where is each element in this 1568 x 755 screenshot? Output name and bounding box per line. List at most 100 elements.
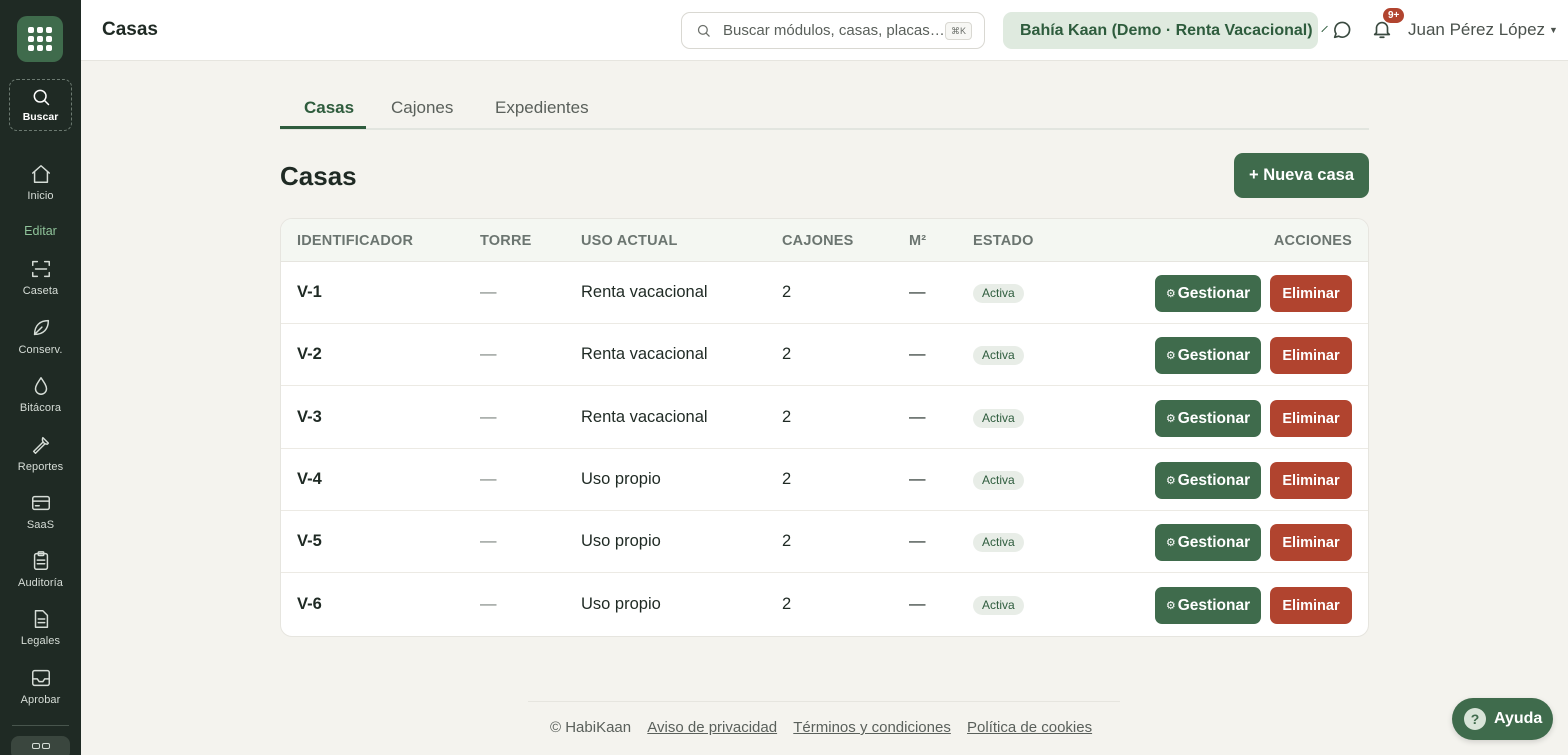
manage-button[interactable]: ⚙ Gestionar [1155, 337, 1261, 374]
table-row: V-1 — Renta vacacional 2 — Activa ⚙ Gesti… [281, 262, 1368, 324]
chat-bubble-icon [1333, 21, 1351, 39]
table-row: V-6 — Uso propio 2 — Activa ⚙ Gestionar E… [281, 574, 1368, 636]
manage-label: Gestionar [1177, 471, 1251, 489]
sidebar-divider [12, 725, 69, 726]
manage-label: Gestionar [1177, 409, 1251, 427]
table-row: V-4 — Uso propio 2 — Activa ⚙ Gestionar E… [281, 449, 1368, 511]
cell-m2: — [909, 345, 926, 363]
footer-link-cookies[interactable]: Política de cookies [967, 719, 1092, 736]
manage-button[interactable]: ⚙ Gestionar [1155, 524, 1261, 561]
gear-icon: ⚙ [1165, 600, 1176, 612]
delete-button[interactable]: Eliminar [1270, 524, 1352, 561]
footer-copyright: © HabiKaan [550, 719, 632, 736]
manage-label: Gestionar [1177, 346, 1251, 364]
sidebar-item-legales[interactable]: Legales [0, 608, 81, 647]
cell-uso-actual: Uso propio [581, 532, 661, 550]
status-badge: Activa [973, 533, 1024, 552]
messages-button[interactable] [1331, 19, 1353, 46]
community-name: Bahía Kaan (Demo · Renta Vacacional) [1020, 21, 1313, 39]
table-row: V-3 — Renta vacacional 2 — Activa ⚙ Gesti… [281, 387, 1368, 449]
cell-torre: — [480, 532, 497, 550]
sidebar-collapse-button[interactable] [11, 736, 70, 755]
cell-identificador: V-1 [297, 283, 322, 301]
sidebar-section-editar[interactable]: Editar [0, 224, 81, 238]
delete-button[interactable]: Eliminar [1270, 587, 1352, 624]
sidebar-item-saas[interactable]: SaaS [0, 492, 81, 531]
help-button[interactable]: ? Ayuda [1452, 698, 1553, 740]
manage-label: Gestionar [1177, 533, 1251, 551]
top-bar: Casas Buscar módulos, casas, placas… ⌘K … [81, 0, 1568, 61]
user-name: Juan Pérez López [1408, 20, 1546, 39]
tab-expedientes[interactable]: Expedientes [495, 98, 589, 118]
status-badge: Activa [973, 346, 1024, 365]
search-icon [697, 24, 710, 37]
tab-bar: Casas Cajones Expedientes [280, 91, 1369, 130]
cell-identificador: V-3 [297, 408, 322, 426]
panel-icon [41, 743, 50, 749]
new-house-button[interactable]: + Nueva casa [1234, 153, 1369, 198]
sidebar: Buscar Inicio Editar Caseta Conserv. Bit… [0, 0, 81, 755]
delete-button[interactable]: Eliminar [1270, 337, 1352, 374]
sidebar-item-label: Auditoría [18, 577, 63, 589]
cell-identificador: V-5 [297, 532, 322, 550]
cell-identificador: V-2 [297, 345, 322, 363]
manage-button[interactable]: ⚙ Gestionar [1155, 400, 1261, 437]
user-menu[interactable]: Juan Pérez López ▼ [1408, 20, 1558, 40]
sidebar-item-label: SaaS [26, 519, 55, 531]
card-icon [31, 495, 50, 511]
scan-icon [31, 260, 50, 278]
sidebar-search-label: Buscar [22, 111, 59, 123]
panel-icon [31, 743, 40, 749]
cell-m2: — [909, 595, 926, 613]
gear-icon: ⚙ [1165, 288, 1176, 300]
sidebar-item-reportes[interactable]: Reportes [0, 434, 81, 473]
question-icon: ? [1464, 708, 1486, 730]
sidebar-item-label: Reportes [17, 461, 64, 473]
manage-label: Gestionar [1177, 284, 1251, 302]
sidebar-item-inicio[interactable]: Inicio [0, 163, 81, 202]
wrench-icon [32, 436, 49, 454]
community-selector[interactable]: Bahía Kaan (Demo · Renta Vacacional) [1003, 12, 1328, 49]
global-search-input[interactable]: Buscar módulos, casas, placas… ⌘K [681, 12, 985, 49]
inbox-icon [31, 669, 50, 687]
cell-torre: — [480, 283, 497, 301]
column-header-torre: TORRE [480, 233, 532, 249]
column-header-estado: ESTADO [973, 233, 1034, 249]
drop-icon [34, 377, 47, 395]
sidebar-item-caseta[interactable]: Caseta [0, 258, 81, 297]
footer-link-privacy[interactable]: Aviso de privacidad [647, 719, 777, 736]
sidebar-item-label: Aprobar [20, 694, 61, 706]
page-title: Casas [102, 19, 158, 40]
manage-button[interactable]: ⚙ Gestionar [1155, 587, 1261, 624]
sidebar-item-conserv[interactable]: Conserv. [0, 317, 81, 356]
footer-link-terms[interactable]: Términos y condiciones [793, 719, 951, 736]
cell-cajones: 2 [782, 408, 792, 426]
delete-button[interactable]: Eliminar [1270, 275, 1352, 312]
status-badge: Activa [973, 409, 1024, 428]
delete-button[interactable]: Eliminar [1270, 400, 1352, 437]
cell-identificador: V-4 [297, 470, 322, 488]
column-header-acciones: ACCIONES [1273, 233, 1352, 249]
search-icon [33, 89, 49, 106]
gear-icon: ⚙ [1165, 475, 1176, 487]
tab-cajones[interactable]: Cajones [391, 98, 453, 118]
table-row: V-2 — Renta vacacional 2 — Activa ⚙ Gesti… [281, 324, 1368, 386]
manage-button[interactable]: ⚙ Gestionar [1155, 462, 1261, 499]
table-row: V-5 — Uso propio 2 — Activa ⚙ Gestionar E… [281, 511, 1368, 573]
table-header: IDENTIFICADOR TORRE USO ACTUAL CAJONES M… [281, 219, 1368, 262]
sidebar-search-button[interactable]: Buscar [9, 79, 72, 131]
status-badge: Activa [973, 284, 1024, 303]
document-icon [34, 610, 48, 628]
gear-icon: ⚙ [1165, 350, 1176, 362]
app-grid-logo-icon[interactable] [17, 16, 63, 62]
delete-button[interactable]: Eliminar [1270, 462, 1352, 499]
sidebar-item-bitacora[interactable]: Bitácora [0, 375, 81, 414]
status-badge: Activa [973, 596, 1024, 615]
active-tab-indicator [280, 126, 366, 129]
sidebar-item-auditoria[interactable]: Auditoría [0, 550, 81, 589]
manage-button[interactable]: ⚙ Gestionar [1155, 275, 1261, 312]
tab-casas[interactable]: Casas [304, 98, 354, 118]
gear-icon: ⚙ [1165, 413, 1176, 425]
footer-divider [528, 701, 1120, 702]
sidebar-item-aprobar[interactable]: Aprobar [0, 667, 81, 706]
